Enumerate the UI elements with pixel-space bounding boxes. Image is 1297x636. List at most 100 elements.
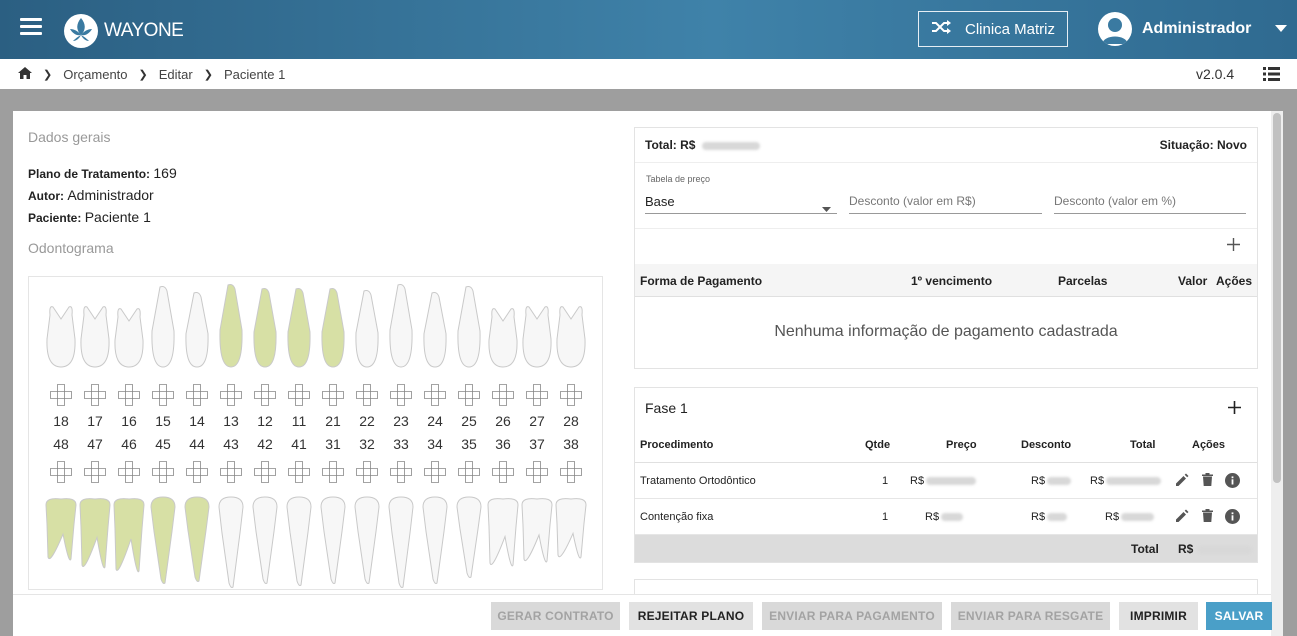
tooth-35[interactable]: [456, 496, 482, 578]
edit-icon[interactable]: [1175, 473, 1189, 490]
col-discount: Desconto: [1021, 439, 1072, 451]
scrollbar-thumb[interactable]: [1273, 113, 1281, 483]
patient-value: Paciente 1: [84, 209, 151, 225]
tooth-44[interactable]: [184, 496, 210, 582]
tooth-surface-14[interactable]: [186, 384, 208, 406]
tooth-surface-24[interactable]: [424, 384, 446, 406]
tooth-surface-46[interactable]: [118, 461, 140, 483]
tooth-surface-17[interactable]: [84, 384, 106, 406]
tooth-surface-12[interactable]: [254, 384, 276, 406]
tooth-21[interactable]: [321, 288, 345, 368]
tooth-surface-44[interactable]: [186, 461, 208, 483]
tooth-47[interactable]: [79, 498, 111, 569]
tooth-27[interactable]: [522, 306, 552, 368]
breadcrumb-item-orcamento[interactable]: Orçamento: [63, 67, 127, 82]
tooth-42[interactable]: [252, 496, 278, 584]
list-icon[interactable]: [1263, 67, 1280, 81]
delete-icon[interactable]: [1202, 509, 1213, 525]
general-data-title: Dados gerais: [28, 129, 111, 145]
breadcrumb-item-editar[interactable]: Editar: [159, 67, 193, 82]
tooth-surface-48[interactable]: [50, 461, 72, 483]
clinic-switch-button[interactable]: Clinica Matriz: [918, 11, 1068, 47]
tooth-surface-38[interactable]: [560, 461, 582, 483]
tooth-surface-33[interactable]: [390, 461, 412, 483]
tooth-41[interactable]: [286, 496, 312, 586]
tooth-11[interactable]: [287, 288, 311, 368]
reject-plan-button[interactable]: REJEITAR PLANO: [629, 602, 753, 630]
tooth-surface-35[interactable]: [458, 461, 480, 483]
tooth-surface-23[interactable]: [390, 384, 412, 406]
tooth-number: 25: [461, 413, 477, 429]
tooth-12[interactable]: [253, 288, 277, 368]
menu-icon[interactable]: [20, 18, 42, 40]
tooth-26[interactable]: [488, 308, 518, 368]
tooth-15[interactable]: [151, 286, 175, 368]
info-icon[interactable]: [1225, 509, 1240, 527]
edit-icon[interactable]: [1175, 509, 1189, 526]
user-menu[interactable]: Administrador: [1098, 12, 1288, 46]
delete-icon[interactable]: [1202, 473, 1213, 489]
tooth-16[interactable]: [114, 308, 144, 368]
tooth-surface-41[interactable]: [288, 461, 310, 483]
tooth-number: 42: [257, 436, 273, 452]
tooth-surface-34[interactable]: [424, 461, 446, 483]
budget-card: Dados gerais Plano de Tratamento: 169 Au…: [13, 111, 1271, 636]
tooth-surface-32[interactable]: [356, 461, 378, 483]
tooth-surface-26[interactable]: [492, 384, 514, 406]
tooth-surface-11[interactable]: [288, 384, 310, 406]
send-to-redemption-button[interactable]: ENVIAR PARA RESGATE: [951, 602, 1110, 630]
tooth-17[interactable]: [80, 306, 110, 368]
tooth-surface-25[interactable]: [458, 384, 480, 406]
price-table-select[interactable]: Base: [645, 188, 837, 214]
home-icon[interactable]: [18, 67, 32, 82]
tooth-43[interactable]: [218, 496, 244, 588]
tooth-surface-22[interactable]: [356, 384, 378, 406]
tooth-surface-28[interactable]: [560, 384, 582, 406]
tooth-surface-16[interactable]: [118, 384, 140, 406]
tooth-25[interactable]: [457, 286, 481, 368]
generate-contract-button[interactable]: GERAR CONTRATO: [491, 602, 620, 630]
tooth-28[interactable]: [556, 306, 586, 368]
tooth-46[interactable]: [113, 498, 145, 573]
discount-value-input[interactable]: Desconto (valor em R$): [849, 188, 1042, 214]
logo[interactable]: WAYONE: [64, 14, 184, 48]
tooth-38[interactable]: [555, 498, 587, 559]
info-icon[interactable]: [1225, 473, 1240, 491]
scrollbar[interactable]: [1271, 111, 1283, 636]
tooth-number: 34: [427, 436, 443, 452]
print-button[interactable]: IMPRIMIR: [1119, 602, 1198, 630]
tooth-number: 13: [223, 413, 239, 429]
tooth-surface-47[interactable]: [84, 461, 106, 483]
tooth-36[interactable]: [487, 498, 519, 567]
add-payment-icon[interactable]: [1227, 238, 1240, 256]
tooth-surface-15[interactable]: [152, 384, 174, 406]
tooth-surface-21[interactable]: [322, 384, 344, 406]
save-button[interactable]: SALVAR: [1206, 602, 1272, 630]
tooth-surface-13[interactable]: [220, 384, 242, 406]
tooth-14[interactable]: [185, 292, 209, 368]
tooth-13[interactable]: [219, 284, 243, 368]
tooth-surface-43[interactable]: [220, 461, 242, 483]
tooth-31[interactable]: [320, 496, 346, 584]
tooth-37[interactable]: [521, 498, 553, 563]
tooth-surface-31[interactable]: [322, 461, 344, 483]
tooth-45[interactable]: [150, 496, 176, 584]
tooth-23[interactable]: [389, 284, 413, 368]
odontogram-teeth[interactable]: [29, 277, 602, 589]
tooth-surface-27[interactable]: [526, 384, 548, 406]
tooth-24[interactable]: [423, 292, 447, 368]
add-procedure-icon[interactable]: [1228, 401, 1241, 419]
tooth-surface-45[interactable]: [152, 461, 174, 483]
tooth-surface-36[interactable]: [492, 461, 514, 483]
tooth-34[interactable]: [422, 496, 448, 584]
tooth-surface-42[interactable]: [254, 461, 276, 483]
tooth-22[interactable]: [355, 290, 379, 368]
tooth-surface-37[interactable]: [526, 461, 548, 483]
discount-percent-input[interactable]: Desconto (valor em %): [1054, 188, 1246, 214]
tooth-33[interactable]: [388, 496, 414, 588]
tooth-18[interactable]: [46, 306, 76, 368]
tooth-surface-18[interactable]: [50, 384, 72, 406]
tooth-32[interactable]: [354, 496, 380, 584]
tooth-48[interactable]: [45, 498, 77, 561]
send-to-payment-button[interactable]: ENVIAR PARA PAGAMENTO: [762, 602, 942, 630]
